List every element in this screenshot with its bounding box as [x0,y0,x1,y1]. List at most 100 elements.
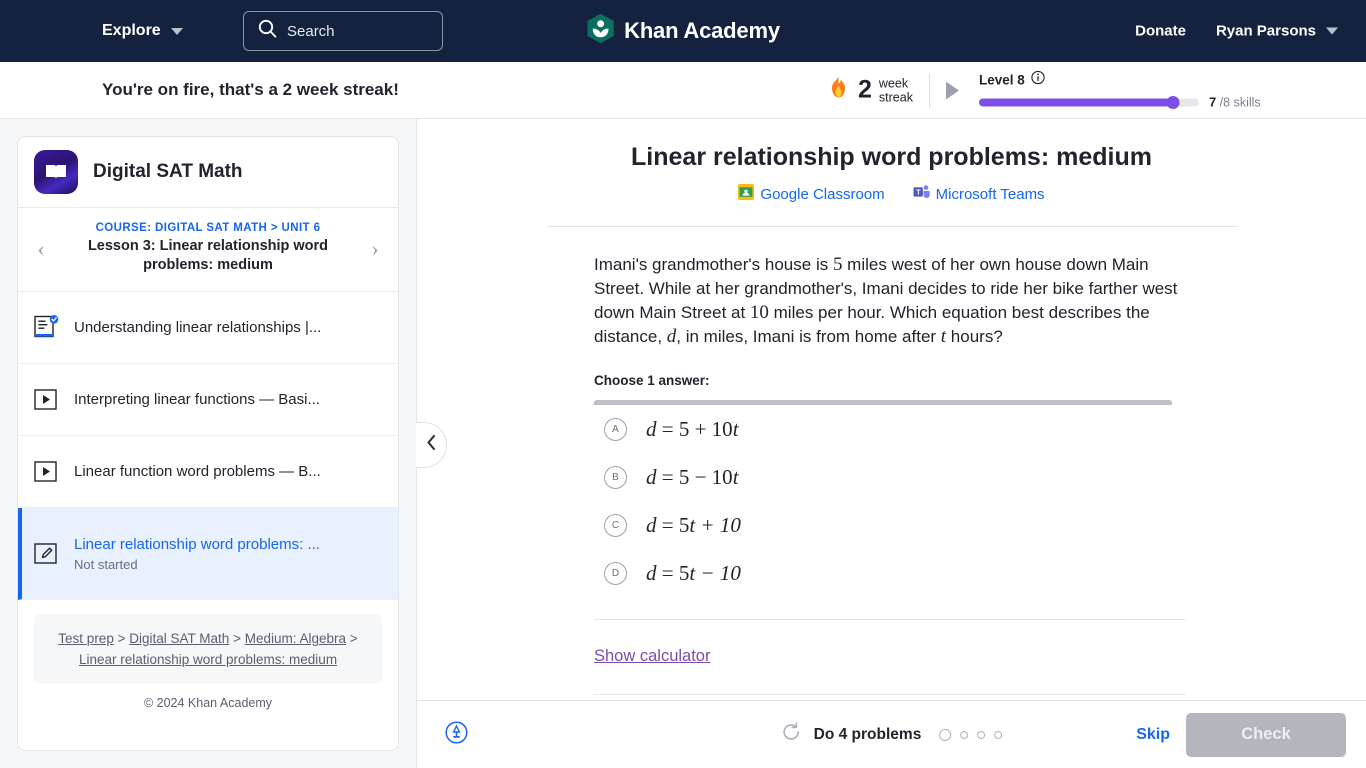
answer-choice-radio[interactable]: D [604,561,627,585]
lesson-list-item[interactable]: Interpreting linear functions — Basi... [18,364,398,436]
equation-operator: = 5 [656,512,690,537]
nav-right-group: Donate Ryan Parsons [1135,23,1338,40]
breadcrumb-link[interactable]: Medium: Algebra [245,631,346,646]
chevron-left-icon [426,434,437,456]
share-google-classroom-button[interactable]: Google Classroom [738,184,885,204]
streak-unit-label: week streak [879,76,913,104]
refresh-icon[interactable] [781,722,801,747]
question-part-1: Imani's grandmother's house is [594,255,833,274]
google-classroom-label: Google Classroom [760,185,885,203]
course-title: Digital SAT Math [93,161,243,182]
answer-choice-equation: d = 5t − 10 [646,561,741,586]
problem-dot [977,730,986,739]
brand-name: Khan Academy [624,18,780,43]
course-header[interactable]: Digital SAT Math [18,137,398,208]
sidebar-card: Digital SAT Math ‹ COURSE: DIGITAL SAT M… [17,136,399,751]
khan-academy-home-link[interactable]: Khan Academy [586,13,780,49]
play-icon[interactable] [945,81,959,99]
breadcrumb-link[interactable]: Test prep [58,631,114,646]
microsoft-teams-icon: T [913,184,930,204]
skills-count-label: 7 /8 skills [1209,95,1261,110]
answer-choice-c[interactable]: Cd = 5t + 10 [594,501,1172,549]
level-progress-bar[interactable] [978,95,1199,109]
skip-button[interactable]: Skip [1136,726,1170,744]
course-unit-breadcrumb[interactable]: COURSE: DIGITAL SAT MATH > UNIT 6 [60,222,356,234]
question-variable-d: d [666,326,677,347]
lesson-item-text-group: Linear relationship word problems: ... No… [74,535,320,572]
donate-link[interactable]: Donate [1135,23,1186,40]
lesson-title: Lesson 3: Linear relationship word probl… [87,238,329,273]
lesson-list-item[interactable]: Linear function word problems — B... [18,436,398,508]
question-area: Imani's grandmother's house is 5 miles w… [417,227,1366,695]
exercise-footer: Do 4 problems Skip Check [417,700,1366,768]
lesson-item-text-group: Interpreting linear functions — Basi... [74,390,320,409]
lesson-item-label: Linear relationship word problems: ... [74,536,320,553]
next-lesson-button[interactable]: › [362,237,388,260]
top-navigation-bar: Explore Search Khan Academy Donate Ryan … [0,0,1366,62]
breadcrumb-link[interactable]: Linear relationship word problems: mediu… [79,652,337,667]
lesson-item-list: Understanding linear relationships |... I… [18,292,398,600]
fire-icon [828,76,849,104]
answer-choices-list: Ad = 5 + 10t Bd = 5 − 10t Cd = 5t + 10 Dd =… [594,400,1172,597]
equation-operator: = 5 [656,560,690,585]
divider [594,694,1186,695]
equation-lhs: d [646,560,657,585]
chevron-down-icon [170,27,183,35]
explore-menu-button[interactable]: Explore [102,22,183,40]
check-button[interactable]: Check [1186,712,1346,757]
search-input[interactable]: Search [243,11,443,51]
breadcrumb-link[interactable]: Digital SAT Math [129,631,229,646]
show-calculator-link[interactable]: Show calculator [594,647,710,666]
streak-word-week: week [878,76,909,90]
equation-lhs: d [646,512,657,537]
lesson-navigator: ‹ COURSE: DIGITAL SAT MATH > UNIT 6 Less… [18,208,398,292]
lesson-list-item[interactable]: Linear relationship word problems: ... No… [18,508,398,600]
breadcrumb: Test prep > Digital SAT Math > Medium: A… [34,614,382,684]
page-body: Digital SAT Math ‹ COURSE: DIGITAL SAT M… [0,119,1366,768]
lesson-list-item[interactable]: Understanding linear relationships |... [18,292,398,364]
share-links-row: Google Classroom T Microsoft Teams [417,184,1366,204]
breadcrumb-separator: > [349,631,358,646]
answer-choice-equation: d = 5t + 10 [646,513,741,538]
microsoft-teams-label: Microsoft Teams [935,185,1045,203]
answer-choice-radio[interactable]: C [604,513,627,537]
equation-rhs: t − 10 [689,560,741,585]
question-part-5: hours? [946,327,1003,346]
streak-stats-group: 2 week streak Level 8 7 /8 skills [828,70,1261,110]
lesson-item-label: Interpreting linear functions — Basi... [74,391,320,408]
level-header: Level 8 [978,70,1261,90]
lesson-item-text-group: Understanding linear relationships |... [74,318,321,337]
question-number-2: 10 [749,302,769,323]
level-label: Level 8 [978,72,1025,88]
level-progress-fill [978,98,1173,106]
chevron-down-icon [1326,27,1338,35]
equation-rhs: t + 10 [689,512,741,537]
video-icon [34,387,59,413]
video-icon [34,459,59,485]
lesson-item-label: Understanding linear relationships |... [74,319,322,336]
answer-choice-a[interactable]: Ad = 5 + 10t [594,405,1172,453]
answer-choice-equation: d = 5 − 10t [646,465,739,490]
explore-label: Explore [102,22,161,39]
answer-choice-d[interactable]: Dd = 5t − 10 [594,549,1172,597]
khan-academy-logo-icon [586,13,615,49]
share-microsoft-teams-button[interactable]: T Microsoft Teams [913,184,1045,204]
previous-lesson-button[interactable]: ‹ [28,237,54,260]
search-placeholder-text: Search [287,22,335,40]
choose-answer-label: Choose 1 answer: [594,373,710,388]
search-icon [258,19,277,43]
user-name-label: Ryan Parsons [1215,22,1316,40]
report-problem-icon[interactable] [445,720,468,749]
answer-choice-equation: d = 5 + 10t [646,417,739,442]
user-menu-button[interactable]: Ryan Parsons [1216,23,1338,40]
answer-choice-b[interactable]: Bd = 5 − 10t [594,453,1172,501]
answer-choice-radio[interactable]: B [604,465,627,489]
level-progress-knob[interactable] [1166,95,1180,109]
info-icon[interactable] [1031,70,1045,90]
problem-dot [939,728,952,741]
answer-choice-radio[interactable]: A [604,417,627,441]
problem-progress-dots [939,728,1003,741]
divider [594,619,1186,620]
breadcrumb-separator: > [233,631,241,646]
streak-count: 2 [858,75,872,104]
